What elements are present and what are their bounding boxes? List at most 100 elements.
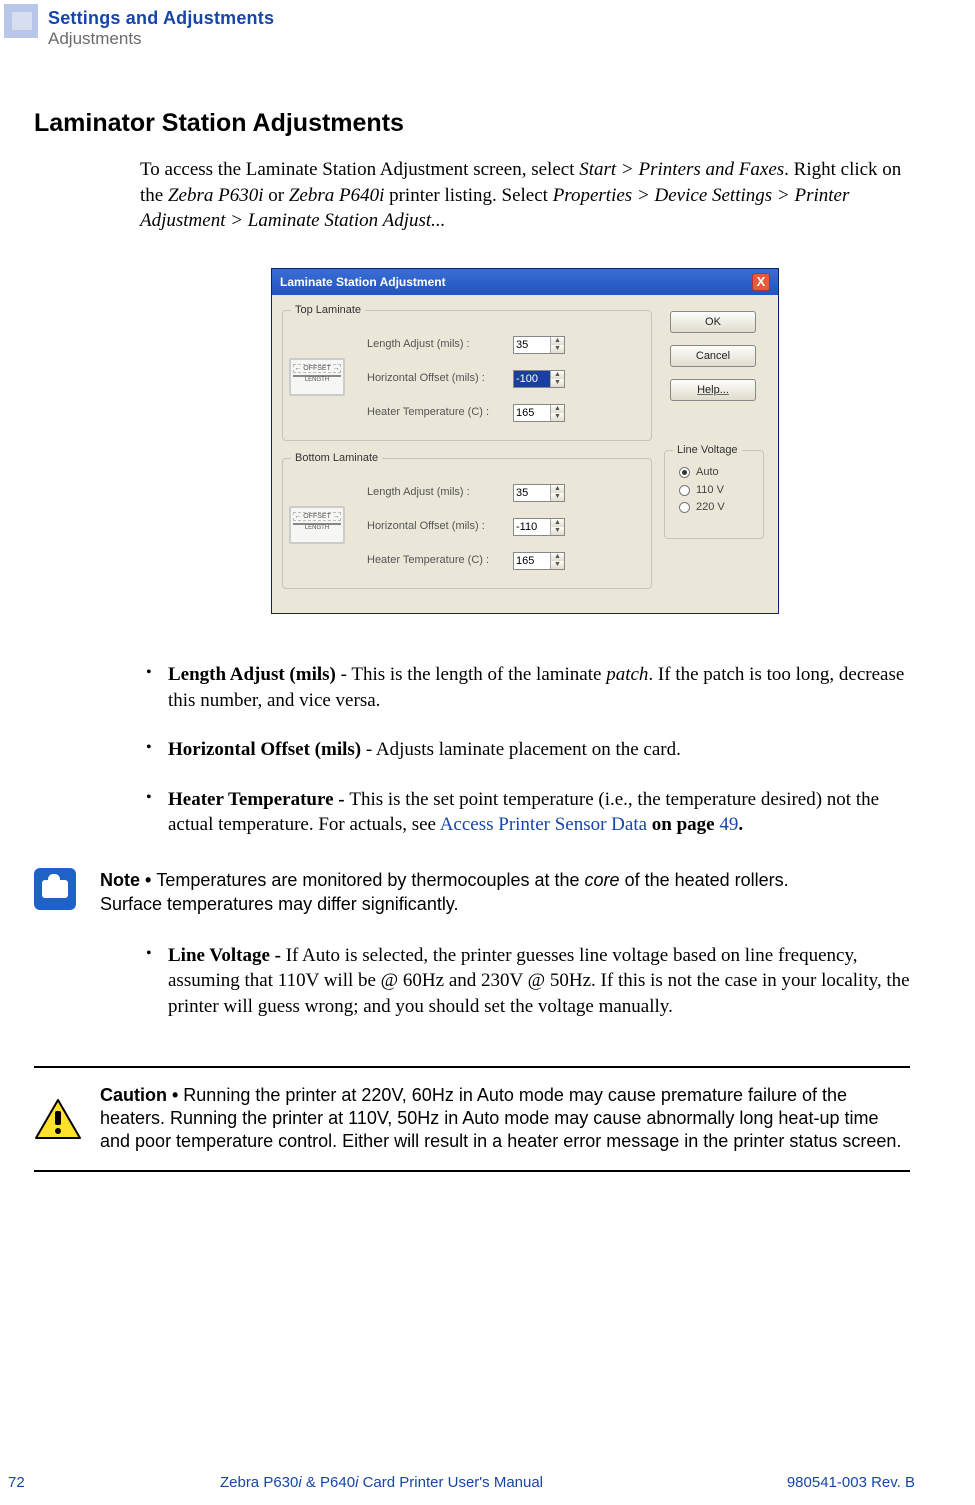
note-emph: core xyxy=(585,870,620,890)
radio-label: 220 V xyxy=(696,500,725,515)
intro-paragraph: To access the Laminate Station Adjustmen… xyxy=(140,157,910,234)
bottom-heat-spinner[interactable]: ▲▼ xyxy=(513,552,565,570)
bullet-term: Heater Temperature - xyxy=(168,789,349,810)
top-length-input[interactable] xyxy=(514,337,550,353)
page-header: Settings and Adjustments Adjustments xyxy=(0,0,975,51)
chapter-icon xyxy=(4,4,38,38)
top-laminate-group: Top Laminate Length Adjust (mils) : ▲▼ H… xyxy=(282,303,652,441)
radio-220v[interactable]: 220 V xyxy=(679,500,755,515)
radio-auto[interactable]: Auto xyxy=(679,465,755,480)
bottom-laminate-legend: Bottom Laminate xyxy=(291,451,382,466)
label-horizontal-offset: Horizontal Offset (mils) : xyxy=(367,519,507,534)
caution-label: Caution • xyxy=(100,1085,183,1105)
intro-text: printer listing. Select xyxy=(384,185,552,206)
bullet-list-2: Line Voltage - If Auto is selected, the … xyxy=(140,943,910,1020)
help-button[interactable]: Help... xyxy=(670,379,756,401)
bottom-hoff-input[interactable] xyxy=(514,519,550,535)
page-footer: 72 Zebra P630i & P640i Card Printer User… xyxy=(0,1473,975,1493)
footer-text: Zebra P630 xyxy=(220,1474,298,1491)
spinner-down-icon[interactable]: ▼ xyxy=(551,413,564,421)
bullet-term: Line Voltage - xyxy=(168,945,286,966)
spinner-up-icon[interactable]: ▲ xyxy=(551,405,564,413)
label-horizontal-offset: Horizontal Offset (mils) : xyxy=(367,371,507,386)
chapter-subtitle: Adjustments xyxy=(48,28,274,51)
spinner-up-icon[interactable]: ▲ xyxy=(551,485,564,493)
note-icon xyxy=(34,868,76,910)
spinner-up-icon[interactable]: ▲ xyxy=(551,553,564,561)
note-label: Note • xyxy=(100,870,156,890)
top-hoff-input[interactable] xyxy=(514,371,550,387)
note-text: Temperatures are monitored by thermocoup… xyxy=(156,870,584,890)
footer-text: Card Printer User's Manual xyxy=(358,1474,543,1491)
intro-text: To access the Laminate Station Adjustmen… xyxy=(140,159,579,180)
ok-button[interactable]: OK xyxy=(670,311,756,333)
caution-icon xyxy=(34,1098,82,1140)
divider xyxy=(34,1170,910,1172)
intro-text: or xyxy=(264,185,289,206)
bullet-line-voltage: Line Voltage - If Auto is selected, the … xyxy=(140,943,910,1020)
offset-diagram-icon xyxy=(289,506,345,544)
bullet-text: - Adjusts laminate placement on the card… xyxy=(361,739,681,760)
bullet-text: on page xyxy=(647,814,719,835)
bottom-hoff-spinner[interactable]: ▲▼ xyxy=(513,518,565,536)
radio-icon xyxy=(679,467,690,478)
spinner-down-icon[interactable]: ▼ xyxy=(551,527,564,535)
top-hoff-spinner[interactable]: ▲▼ xyxy=(513,370,565,388)
spinner-up-icon[interactable]: ▲ xyxy=(551,337,564,345)
radio-label: 110 V xyxy=(696,483,724,498)
radio-110v[interactable]: 110 V xyxy=(679,483,755,498)
top-length-spinner[interactable]: ▲▼ xyxy=(513,336,565,354)
bullet-text: . xyxy=(738,814,743,835)
intro-model-1: Zebra P630i xyxy=(168,185,264,206)
label-length-adjust: Length Adjust (mils) : xyxy=(367,485,507,500)
bullet-horizontal-offset: Horizontal Offset (mils) - Adjusts lamin… xyxy=(140,737,910,763)
caution-callout: Caution • Running the printer at 220V, 6… xyxy=(34,1066,910,1172)
offset-diagram-icon xyxy=(289,358,345,396)
bottom-heat-input[interactable] xyxy=(514,553,550,569)
spinner-down-icon[interactable]: ▼ xyxy=(551,345,564,353)
bullet-length-adjust: Length Adjust (mils) - This is the lengt… xyxy=(140,662,910,713)
label-length-adjust: Length Adjust (mils) : xyxy=(367,337,507,352)
footer-title: Zebra P630i & P640i Card Printer User's … xyxy=(48,1473,715,1493)
top-heat-spinner[interactable]: ▲▼ xyxy=(513,404,565,422)
spinner-down-icon[interactable]: ▼ xyxy=(551,561,564,569)
cross-ref-link[interactable]: Access Printer Sensor Data xyxy=(440,814,647,835)
bullet-text: - This is the length of the laminate xyxy=(336,664,606,685)
close-icon[interactable]: X xyxy=(752,273,770,291)
dialog-title: Laminate Station Adjustment xyxy=(280,274,446,290)
caution-text: Running the printer at 220V, 60Hz in Aut… xyxy=(100,1085,901,1152)
spinner-up-icon[interactable]: ▲ xyxy=(551,519,564,527)
dialog-titlebar[interactable]: Laminate Station Adjustment X xyxy=(272,269,778,295)
bullet-list: Length Adjust (mils) - This is the lengt… xyxy=(140,662,910,838)
spinner-down-icon[interactable]: ▼ xyxy=(551,493,564,501)
line-voltage-legend: Line Voltage xyxy=(673,443,742,458)
intro-path-1: Start > Printers and Faxes xyxy=(579,159,784,180)
bullet-emph: patch xyxy=(606,664,648,685)
bottom-length-spinner[interactable]: ▲▼ xyxy=(513,484,565,502)
spinner-down-icon[interactable]: ▼ xyxy=(551,379,564,387)
label-heater-temp: Heater Temperature (C) : xyxy=(367,553,507,568)
top-heat-input[interactable] xyxy=(514,405,550,421)
intro-model-2: Zebra P640i xyxy=(289,185,385,206)
laminate-dialog: Laminate Station Adjustment X Top Lamina… xyxy=(271,268,779,614)
line-voltage-group: Line Voltage Auto 110 V 220 V xyxy=(664,443,764,539)
radio-icon xyxy=(679,502,690,513)
doc-revision: 980541-003 Rev. B xyxy=(715,1473,915,1493)
cancel-button[interactable]: Cancel xyxy=(670,345,756,367)
page-number: 72 xyxy=(8,1473,48,1493)
note-callout: Note • Temperatures are monitored by the… xyxy=(34,868,975,917)
bullet-term: Horizontal Offset (mils) xyxy=(168,739,361,760)
spinner-up-icon[interactable]: ▲ xyxy=(551,371,564,379)
page-ref-link[interactable]: 49 xyxy=(719,814,738,835)
bottom-length-input[interactable] xyxy=(514,485,550,501)
footer-text: & P640 xyxy=(302,1474,355,1491)
bottom-laminate-group: Bottom Laminate Length Adjust (mils) : ▲… xyxy=(282,451,652,589)
bullet-term: Length Adjust (mils) xyxy=(168,664,336,685)
label-heater-temp: Heater Temperature (C) : xyxy=(367,405,507,420)
radio-icon xyxy=(679,485,690,496)
top-laminate-legend: Top Laminate xyxy=(291,303,365,318)
chapter-title: Settings and Adjustments xyxy=(48,6,274,30)
bullet-heater-temperature: Heater Temperature - This is the set poi… xyxy=(140,787,910,838)
section-heading: Laminator Station Adjustments xyxy=(34,107,975,141)
radio-label: Auto xyxy=(696,465,719,480)
